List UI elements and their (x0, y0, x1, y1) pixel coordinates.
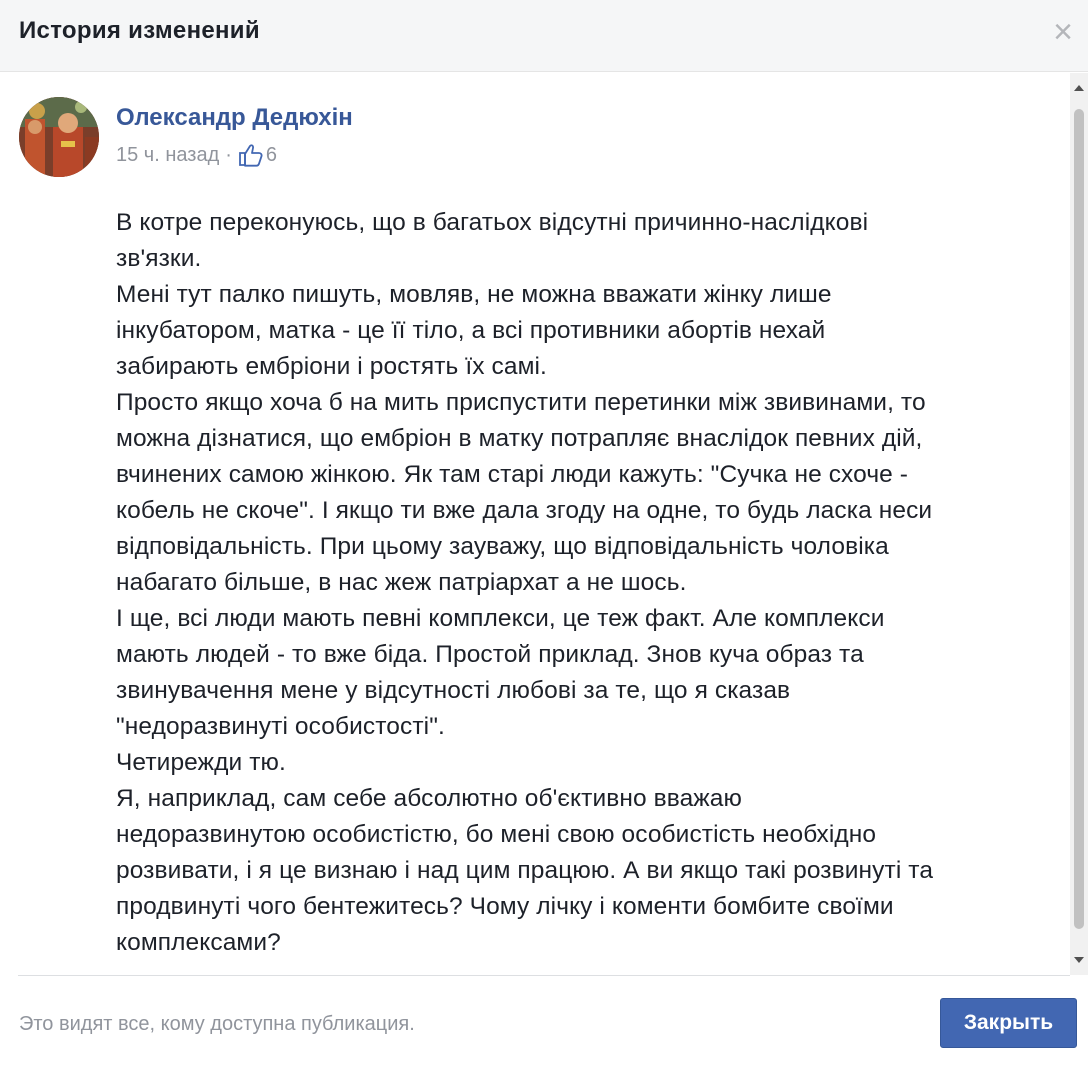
dialog-content[interactable]: Олександр Дедюхін 15 ч. назад · 6 В котр… (0, 73, 1088, 975)
scroll-down-arrow-icon[interactable] (1074, 957, 1084, 963)
post-paragraph: Четирежди тю. (116, 749, 286, 776)
post-paragraph: В котре переконуюсь, що в багатьох відсу… (116, 209, 869, 272)
scrollbar[interactable] (1070, 73, 1088, 975)
thumbs-up-icon[interactable] (238, 143, 264, 167)
post-timestamp[interactable]: 15 ч. назад (116, 144, 219, 167)
close-icon[interactable]: × (1048, 14, 1078, 50)
post-body: В котре переконуюсь, що в багатьох відсу… (116, 205, 1056, 961)
scrollbar-thumb[interactable] (1074, 109, 1084, 929)
avatar[interactable] (19, 97, 99, 177)
post-paragraph: І ще, всі люди мають певні комплекси, це… (116, 605, 885, 740)
edit-history-dialog: История изменений × Олександр Дедюхін 15… (0, 0, 1088, 1070)
post-paragraph: Мені тут палко пишуть, мовляв, не можна … (116, 281, 832, 380)
post-paragraph: Просто якщо хоча б на мить приспустити п… (116, 389, 933, 596)
post-meta: 15 ч. назад · 6 (116, 143, 277, 167)
post: Олександр Дедюхін 15 ч. назад · 6 В котр… (0, 73, 1070, 975)
dialog-header: История изменений × (0, 0, 1088, 72)
post-paragraph: Я, наприклад, сам себе абсолютно об'єкти… (116, 785, 934, 956)
meta-separator: · (225, 143, 232, 166)
like-count[interactable]: 6 (266, 144, 277, 167)
audience-note: Это видят все, кому доступна публикация. (19, 1013, 415, 1035)
footer-divider (18, 975, 1070, 976)
avatar-image (19, 97, 99, 177)
dialog-title: История изменений (19, 17, 260, 44)
scroll-up-arrow-icon[interactable] (1074, 85, 1084, 91)
close-button[interactable]: Закрыть (940, 998, 1077, 1048)
author-name[interactable]: Олександр Дедюхін (116, 104, 353, 132)
